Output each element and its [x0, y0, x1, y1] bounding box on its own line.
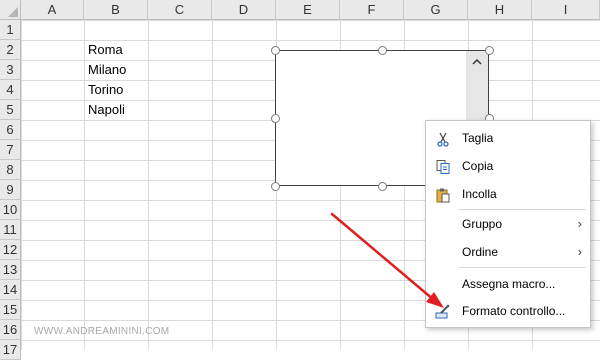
watermark: WWW.ANDREAMININI.COM: [34, 326, 170, 337]
red-arrow-annotation: [330, 212, 444, 308]
